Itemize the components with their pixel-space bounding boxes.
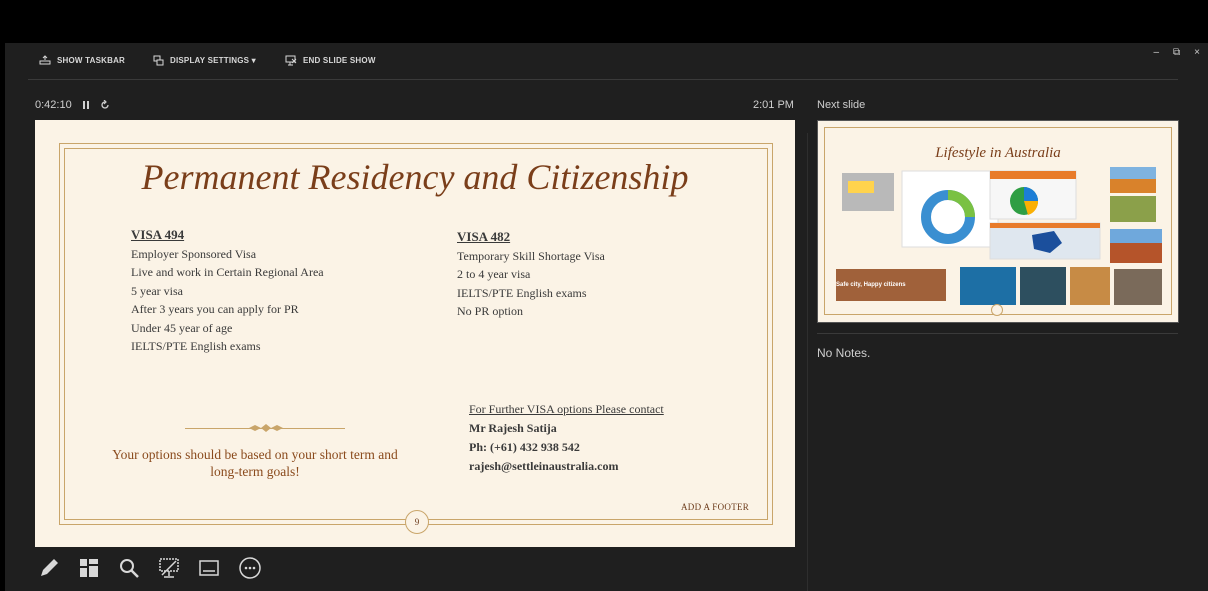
taskbar-icon — [39, 55, 51, 65]
restart-icon[interactable] — [100, 100, 110, 110]
next-slide-banner: Safe city, Happy citizens — [836, 282, 906, 288]
show-taskbar-label: SHOW TASKBAR — [57, 55, 126, 65]
options-text: Your options should be based on your sho… — [112, 447, 398, 479]
subtitles-icon[interactable] — [197, 556, 221, 580]
visa-494-line: IELTS/PTE English exams — [131, 339, 261, 353]
slide-tools — [37, 555, 263, 581]
contact-heading: For Further VISA options Please contact — [469, 402, 664, 416]
visa-494-heading: VISA 494 — [131, 227, 185, 242]
visa-482-line: No PR option — [457, 304, 524, 318]
thumb-slide-number — [991, 304, 1003, 316]
window-controls: – ⧉ × — [1153, 47, 1200, 58]
contact-email: rajesh@settleinaustralia.com — [469, 459, 619, 473]
end-show-icon — [285, 55, 297, 66]
zoom-icon[interactable] — [117, 556, 141, 580]
visa-482-column: VISA 482 Temporary Skill Shortage Visa 2… — [457, 228, 605, 321]
toolbar-divider — [28, 79, 1178, 80]
visa-494-line: Under 45 year of age — [131, 320, 233, 335]
visa-494-line: After 3 years you can apply for PR — [131, 302, 299, 316]
restore-icon[interactable]: ⧉ — [1173, 47, 1180, 58]
show-taskbar-button[interactable]: SHOW TASKBAR — [39, 55, 125, 65]
see-all-slides-icon[interactable] — [77, 556, 101, 580]
display-settings-icon — [153, 55, 164, 66]
next-slide-label: Next slide — [817, 99, 866, 111]
next-slide-thumbnail[interactable]: Lifestyle in Australia Safe city, Happy … — [817, 120, 1179, 323]
end-slide-show-button[interactable]: END SLIDE SHOW — [285, 55, 376, 66]
contact-name: Mr Rajesh Satija — [469, 421, 557, 435]
visa-494-line: 5 year visa — [131, 283, 183, 298]
visa-494-line: Employer Sponsored Visa — [131, 246, 257, 261]
black-screen-icon[interactable] — [157, 556, 181, 580]
display-settings-label: DISPLAY SETTINGS ▾ — [170, 56, 256, 65]
next-slide-images — [836, 167, 1162, 305]
presenter-view: SHOW TASKBAR DISPLAY SETTINGS ▾ END SLID… — [5, 43, 1208, 591]
close-icon[interactable]: × — [1194, 47, 1200, 58]
more-options-icon[interactable] — [237, 555, 263, 581]
minimize-icon[interactable]: – — [1153, 47, 1159, 58]
pen-icon[interactable] — [37, 556, 61, 580]
display-settings-button[interactable]: DISPLAY SETTINGS ▾ — [153, 55, 256, 66]
elapsed-time: 0:42:10 — [35, 99, 72, 111]
ornament-icon — [249, 424, 283, 432]
visa-494-line: Live and work in Certain Regional Area — [131, 265, 324, 279]
end-slide-show-label: END SLIDE SHOW — [303, 56, 376, 65]
visa-482-line: IELTS/PTE English exams — [457, 285, 587, 300]
timer-row: 0:42:10 — [35, 99, 110, 111]
contact-block: For Further VISA options Please contact … — [469, 400, 664, 476]
visa-482-line: 2 to 4 year visa — [457, 267, 531, 281]
pane-divider[interactable] — [807, 133, 808, 591]
visa-494-column: VISA 494 Employer Sponsored Visa Live an… — [131, 226, 324, 356]
contact-phone: Ph: (+61) 432 938 542 — [469, 440, 580, 454]
slide-footer: ADD A FOOTER — [681, 502, 750, 512]
pause-icon[interactable] — [82, 100, 90, 110]
current-slide[interactable]: Permanent Residency and Citizenship VISA… — [35, 120, 795, 547]
slide-title: Permanent Residency and Citizenship — [141, 157, 689, 197]
visa-482-line: Temporary Skill Shortage Visa — [457, 248, 605, 263]
slide-number: 9 — [405, 510, 429, 534]
notes-divider — [817, 333, 1178, 334]
current-clock: 2:01 PM — [753, 99, 794, 111]
speaker-notes[interactable]: No Notes. — [817, 346, 870, 360]
presenter-toolbar: SHOW TASKBAR DISPLAY SETTINGS ▾ END SLID… — [5, 43, 1208, 79]
visa-482-heading: VISA 482 — [457, 229, 511, 244]
